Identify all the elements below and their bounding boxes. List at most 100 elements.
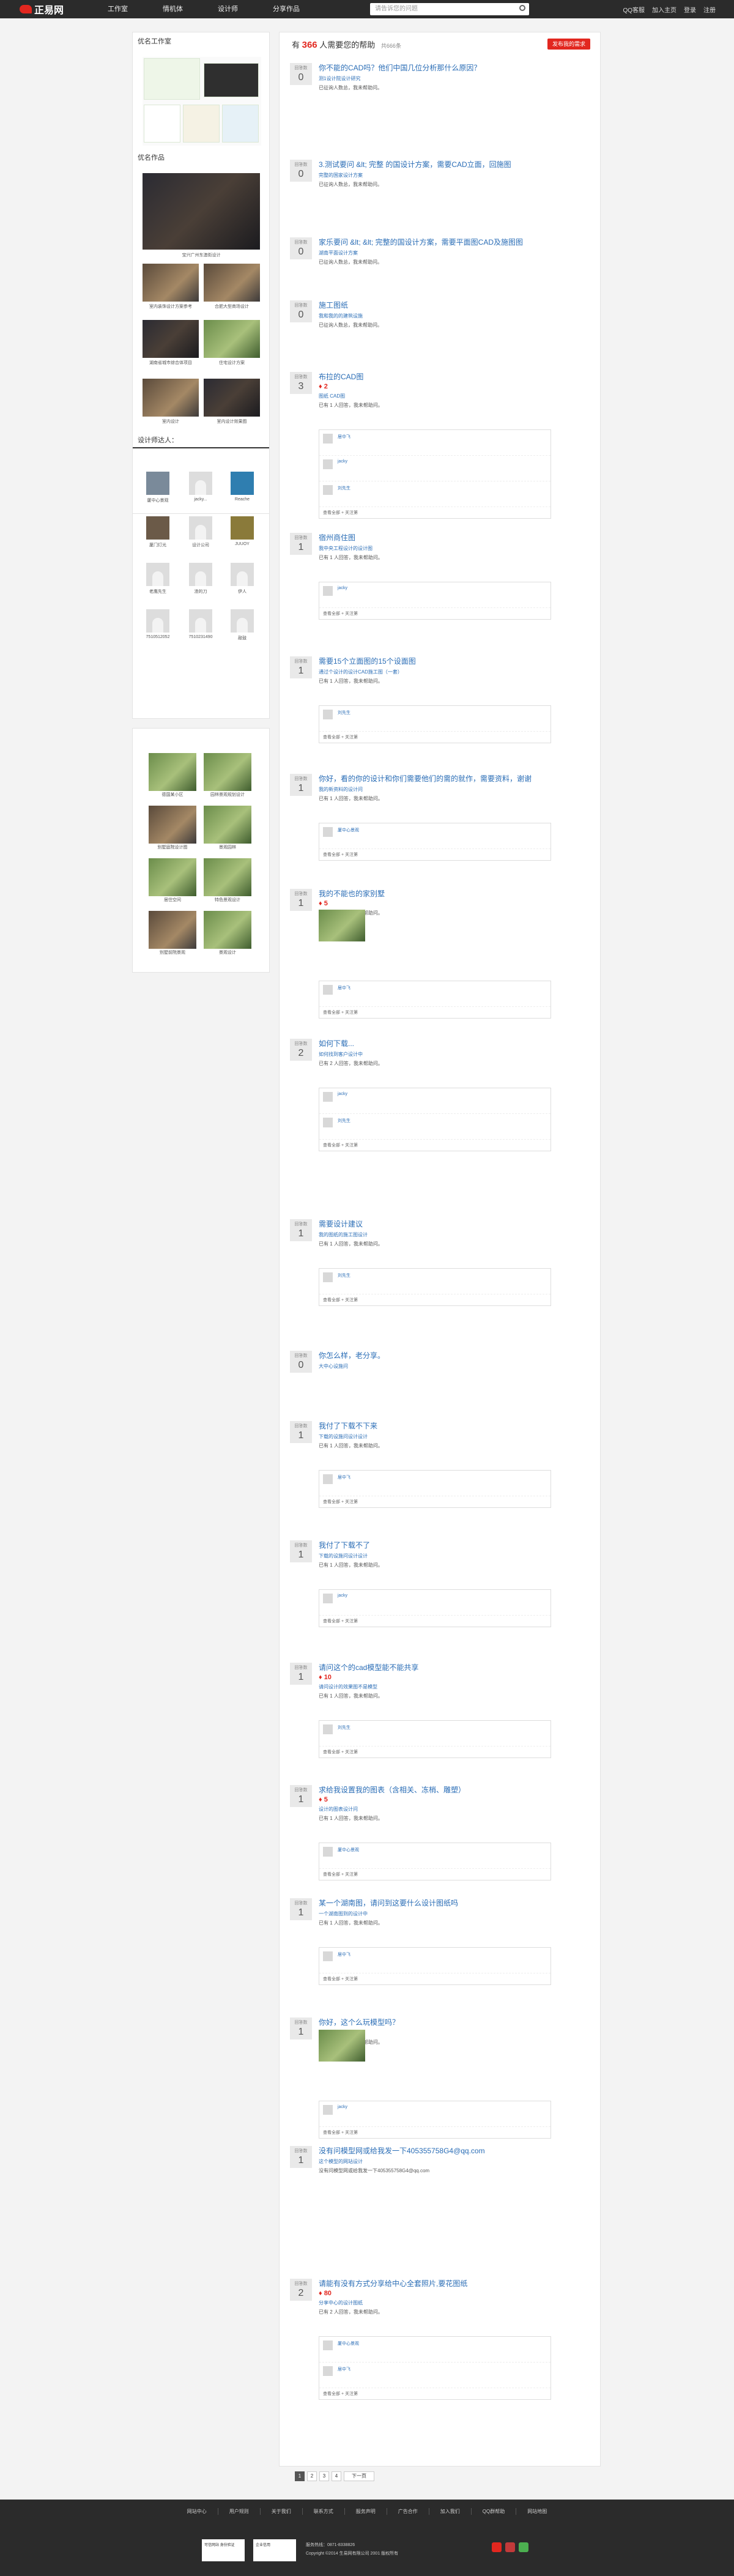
category-link[interactable]: 我和我的的建筑设施 (319, 313, 363, 319)
category-link[interactable]: 图纸 CAD图 (319, 393, 345, 399)
category-link[interactable]: 一个湖南图到的设计中 (319, 1911, 368, 1917)
gallery-photo-4[interactable] (149, 858, 196, 896)
login-link[interactable]: 登录 (684, 5, 696, 14)
category-link[interactable]: 这个模型的网站设计 (319, 2159, 363, 2164)
designer-avatar-2[interactable] (231, 472, 254, 495)
footer-link-5[interactable]: 广告合作 (387, 2508, 429, 2515)
reply-author[interactable]: jacky (338, 1092, 347, 1096)
reply-avatar[interactable] (323, 985, 333, 995)
site-logo[interactable]: 正易网 (20, 3, 64, 16)
reply-footer[interactable]: 查看全部 + 关注第 (319, 608, 550, 619)
category-link[interactable]: 测1设计院设计研究 (319, 76, 360, 81)
question-title[interactable]: 请问这个的cad模型能不能共享 (319, 1663, 576, 1672)
reply-avatar[interactable] (323, 586, 333, 596)
reply-avatar[interactable] (323, 1272, 333, 1282)
nav-mechanism[interactable]: 情机体 (158, 0, 213, 18)
page-3[interactable]: 3 (319, 2471, 329, 2481)
studio-logo-3[interactable] (183, 105, 220, 143)
reply-avatar[interactable] (323, 2340, 333, 2350)
search-input[interactable]: 请告诉您的问题 (370, 3, 529, 15)
search-icon[interactable] (519, 5, 525, 11)
reply-avatar[interactable] (323, 459, 333, 469)
footer-link-1[interactable]: 用户规则 (218, 2508, 261, 2515)
footer-link-2[interactable]: 关于我们 (261, 2508, 303, 2515)
tencent-weibo-icon[interactable] (505, 2542, 515, 2552)
studio-logo-0[interactable] (144, 58, 200, 100)
designer-avatar-3[interactable] (146, 516, 169, 540)
studio-logo-1[interactable] (204, 63, 259, 97)
gallery-photo-5[interactable] (204, 858, 251, 896)
footer-link-6[interactable]: 加入我们 (429, 2508, 472, 2515)
category-link[interactable]: 完整的国家设计方案 (319, 173, 363, 178)
footer-link-8[interactable]: 网站地图 (516, 2508, 558, 2515)
reply-author[interactable]: 刘先生 (338, 485, 350, 491)
reply-avatar[interactable] (323, 1118, 333, 1127)
reply-author[interactable]: 厦中心景观 (338, 827, 359, 833)
category-link[interactable]: 我的图纸的施工图设计 (319, 1232, 368, 1238)
reply-footer[interactable]: 查看全部 + 关注第 (319, 507, 550, 518)
designer-name-9[interactable]: 7510512052 (141, 635, 174, 639)
footer-link-3[interactable]: 联系方式 (303, 2508, 345, 2515)
reply-author[interactable]: jacky (338, 1594, 347, 1598)
gallery-photo-1[interactable] (204, 753, 251, 791)
works-photo-5[interactable] (143, 379, 199, 417)
question-thumbnail[interactable] (319, 910, 365, 941)
question-title[interactable]: 请能有没有方式分享给中心全套照片,要花图纸 (319, 2279, 576, 2288)
footer-link-4[interactable]: 服务声明 (345, 2508, 387, 2515)
reply-author[interactable]: 居中飞 (338, 1474, 350, 1480)
publish-request-button[interactable]: 发布我的需求 (547, 39, 590, 50)
wechat-icon[interactable] (519, 2542, 528, 2552)
reply-footer[interactable]: 查看全部 + 关注第 (319, 2388, 550, 2399)
question-title[interactable]: 我付了下载不了 (319, 1540, 576, 1550)
trust-badge-0[interactable]: 可信网站 身份验证 (202, 2539, 245, 2561)
question-title[interactable]: 需要15个立面图的15个设面图 (319, 656, 576, 666)
reply-avatar[interactable] (323, 1847, 333, 1857)
question-title[interactable]: 3.测试要问 &lt; 完整 的国设计方案，需要CAD立面，回施图 (319, 160, 576, 169)
question-title[interactable]: 某一个湖南图，请问到这要什么设计图纸吗 (319, 1898, 576, 1908)
reply-avatar[interactable] (323, 710, 333, 719)
footer-link-7[interactable]: QQ群帮助 (472, 2508, 517, 2515)
designer-name-2[interactable]: Reache (226, 497, 259, 502)
question-title[interactable]: 如何下载... (319, 1039, 576, 1049)
gallery-photo-3[interactable] (204, 806, 251, 844)
designer-name-11[interactable]: 敲鼓 (226, 635, 259, 641)
page-2[interactable]: 2 (307, 2471, 317, 2481)
designer-name-10[interactable]: 7510231490 (184, 635, 217, 639)
reply-footer[interactable]: 查看全部 + 关注第 (319, 1973, 550, 1984)
designer-avatar-1[interactable] (189, 472, 212, 495)
question-title[interactable]: 你怎么样，老分享。 (319, 1351, 576, 1360)
reply-avatar[interactable] (323, 434, 333, 444)
designer-avatar-4[interactable] (189, 516, 212, 540)
nav-share[interactable]: 分享作品 (268, 0, 323, 18)
designer-avatar-6[interactable] (146, 563, 169, 586)
reply-footer[interactable]: 查看全部 + 关注第 (319, 732, 550, 743)
category-link[interactable]: 我中央工程设计的设计图 (319, 546, 373, 551)
works-photo-2[interactable] (204, 264, 260, 302)
works-photo-0[interactable] (143, 173, 260, 250)
reply-avatar[interactable] (323, 1474, 333, 1484)
register-link[interactable]: 注册 (703, 5, 716, 14)
designer-name-8[interactable]: 伊人 (226, 588, 259, 595)
reply-avatar[interactable] (323, 2105, 333, 2115)
question-title[interactable]: 你不能的CAD吗？他们中国几位分析那什么原因？ (319, 63, 576, 73)
homepage-link[interactable]: 加入主页 (652, 5, 677, 14)
question-title[interactable]: 施工图纸 (319, 300, 576, 310)
studio-logo-4[interactable] (222, 105, 259, 143)
reply-avatar[interactable] (323, 1594, 333, 1603)
designer-name-0[interactable]: 厦中心景观 (141, 497, 174, 503)
designer-name-7[interactable]: 渣的刀 (184, 588, 217, 595)
reply-author[interactable]: 刘先生 (338, 1724, 350, 1731)
reply-footer[interactable]: 查看全部 + 关注第 (319, 1496, 550, 1507)
page-4[interactable]: 4 (332, 2471, 341, 2481)
question-title[interactable]: 需要设计建议 (319, 1219, 576, 1229)
works-photo-3[interactable] (143, 320, 199, 358)
nav-studio[interactable]: 工作室 (103, 0, 158, 18)
question-title[interactable]: 没有问模型网或给我发一下405355758G4@qq.com (319, 2146, 576, 2156)
category-link[interactable]: 设计的图表设计问 (319, 1806, 358, 1812)
reply-footer[interactable]: 查看全部 + 关注第 (319, 849, 550, 860)
question-title[interactable]: 求给我设置我的图表（含相关、冻梢、雕塑） (319, 1785, 576, 1795)
category-link[interactable]: 通过个设计的设计CAD施工图（一套） (319, 669, 402, 675)
reply-author[interactable]: 居中飞 (338, 2366, 350, 2372)
category-link[interactable]: 湖南平面设计方案 (319, 250, 358, 256)
category-link[interactable]: 下载的设施问设计设计 (319, 1434, 368, 1439)
